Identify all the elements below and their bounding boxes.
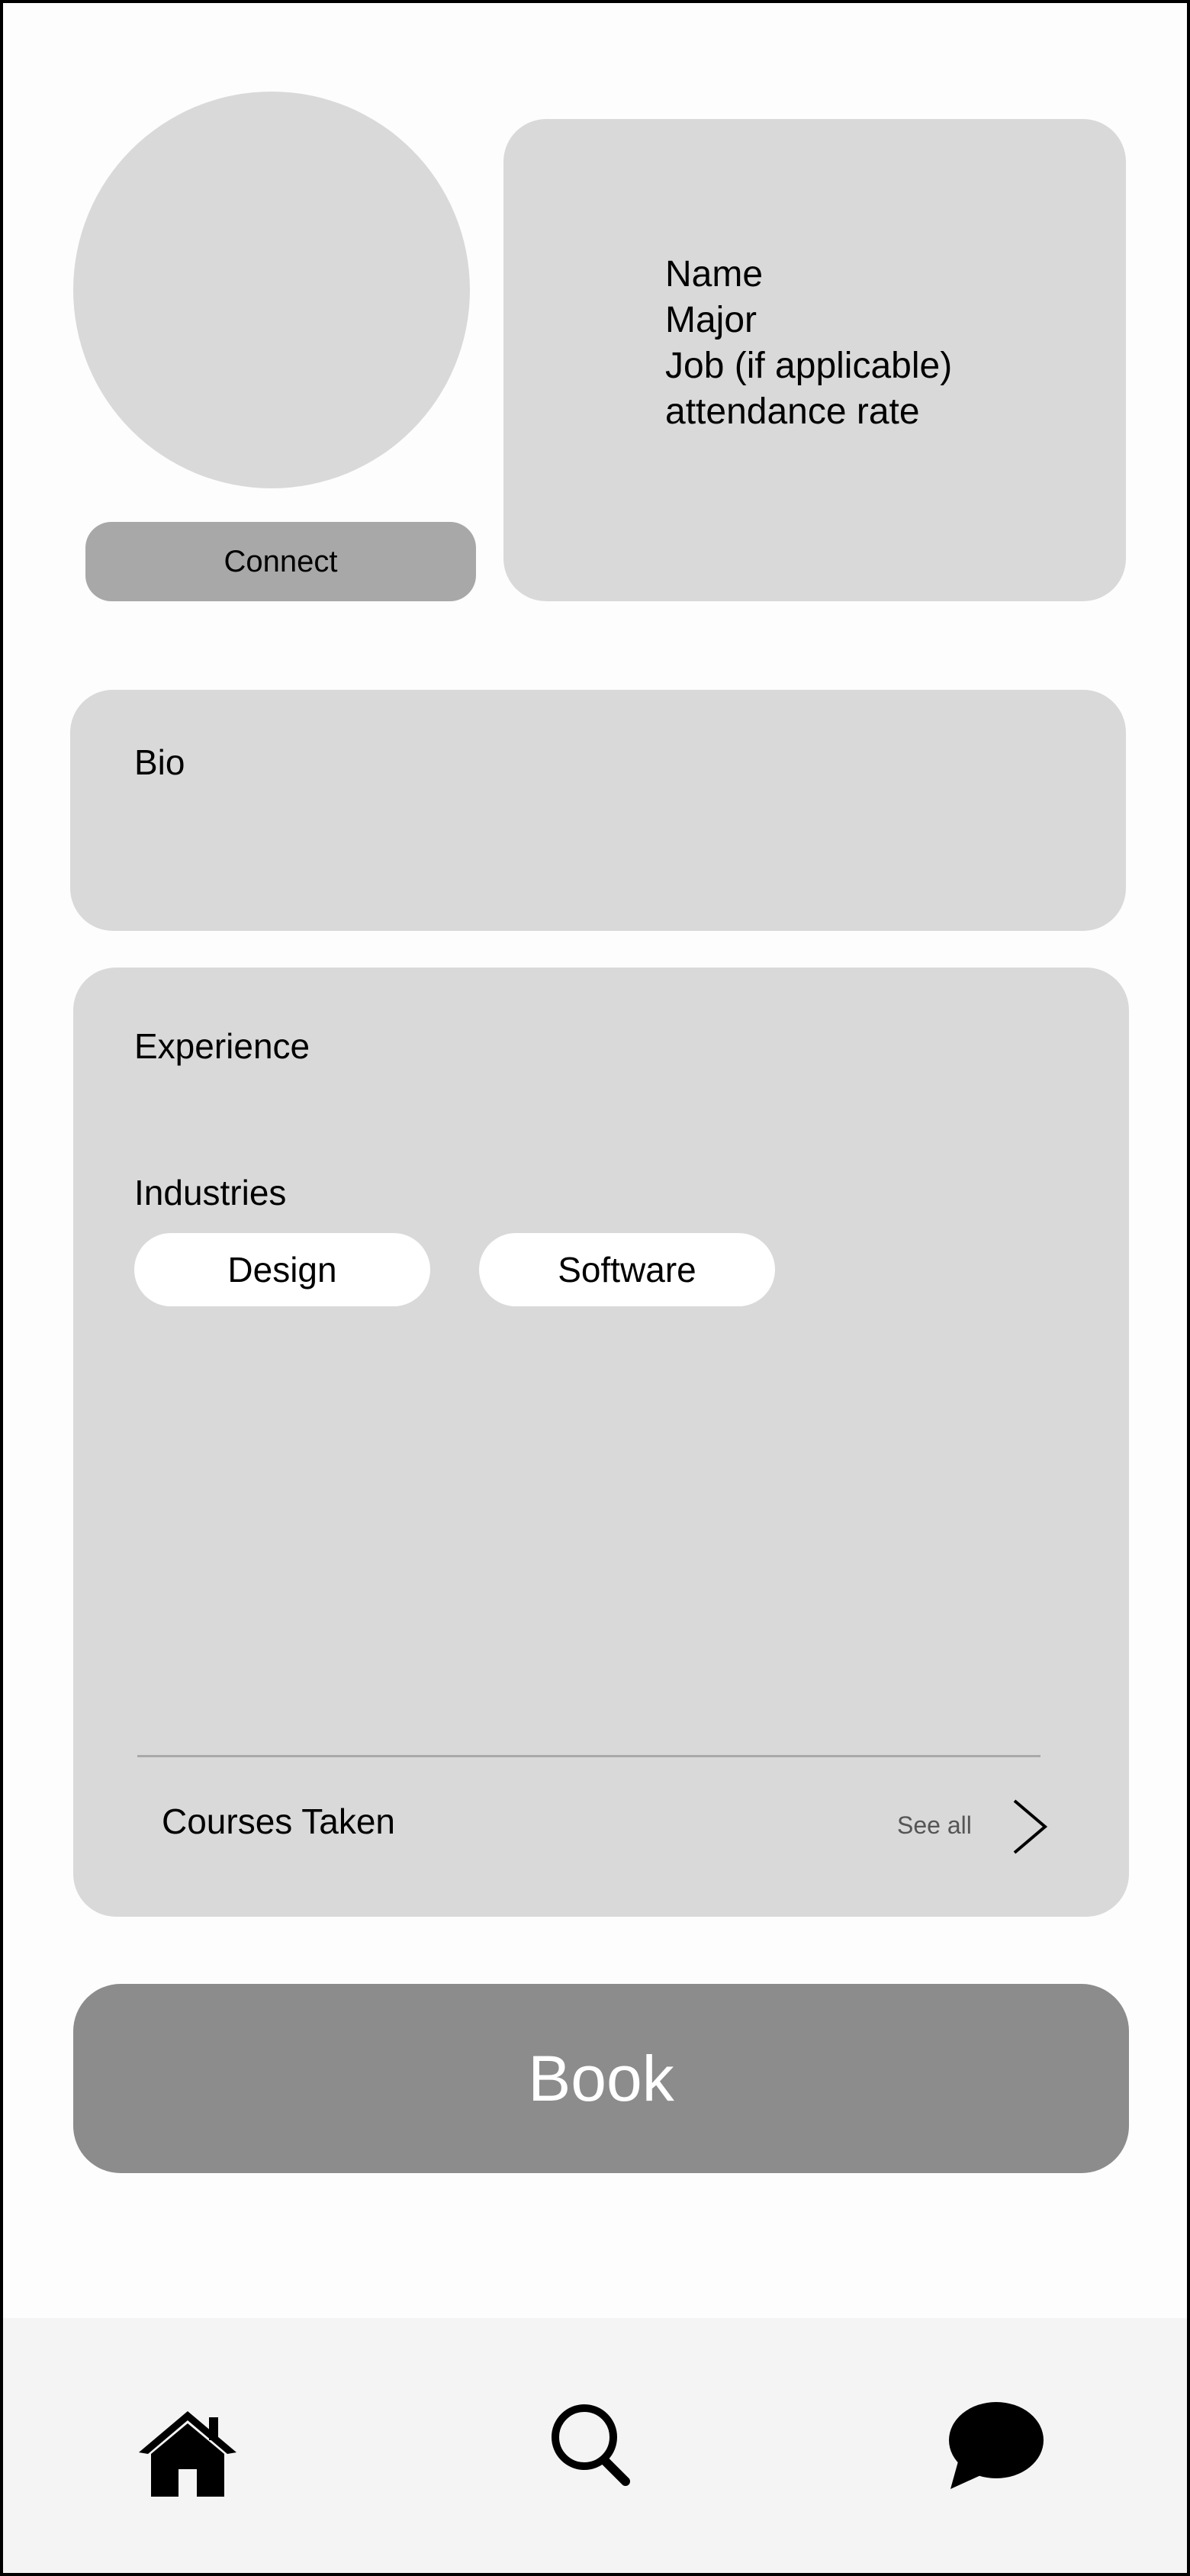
profile-info-card: Name Major Job (if applicable) attendanc… <box>503 119 1126 601</box>
see-all-link[interactable]: See all <box>897 1811 972 1840</box>
profile-job: Job (if applicable) <box>665 346 953 386</box>
avatar <box>73 92 470 488</box>
bottom-tab-bar <box>3 2318 1187 2573</box>
search-icon[interactable] <box>549 2402 632 2487</box>
bio-card: Bio <box>70 690 1126 931</box>
profile-info-lines: Name Major Job (if applicable) attendanc… <box>665 252 952 435</box>
profile-attendance-rate: attendance rate <box>665 391 920 432</box>
chat-bubble-icon[interactable] <box>947 2401 1044 2491</box>
profile-name: Name <box>665 254 764 295</box>
profile-major: Major <box>665 300 757 340</box>
chevron-right-icon[interactable] <box>1010 1798 1050 1856</box>
experience-title: Experience <box>134 1026 310 1066</box>
home-icon[interactable] <box>137 2407 238 2498</box>
divider <box>137 1755 1040 1757</box>
industries-title: Industries <box>134 1173 287 1212</box>
bio-title: Bio <box>134 742 185 782</box>
book-button[interactable]: Book <box>73 1984 1129 2173</box>
industry-chip-design[interactable]: Design <box>134 1233 430 1306</box>
courses-taken-label: Courses Taken <box>162 1802 395 1841</box>
screen: Connect Name Major Job (if applicable) a… <box>0 0 1190 2576</box>
connect-button[interactable]: Connect <box>85 522 476 601</box>
industry-chip-software[interactable]: Software <box>479 1233 775 1306</box>
experience-card: Experience Industries Design Software Co… <box>73 968 1129 1917</box>
